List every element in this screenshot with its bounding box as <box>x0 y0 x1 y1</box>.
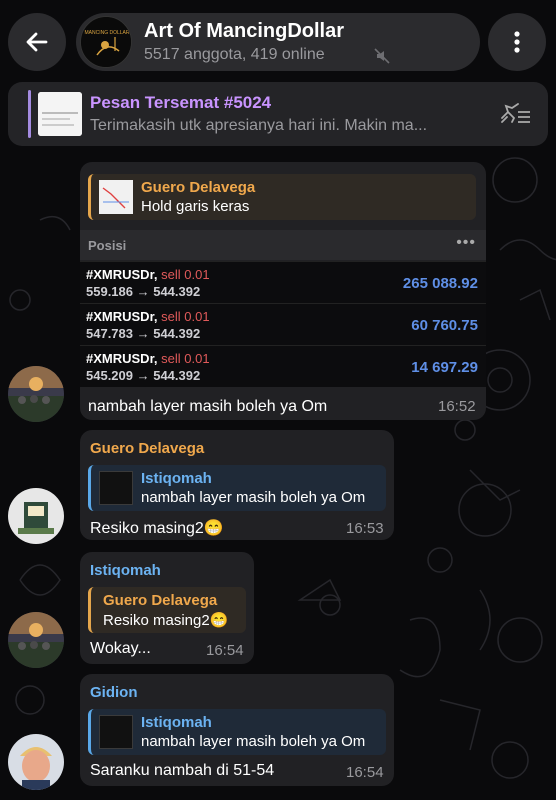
positions-menu-icon: ••• <box>456 234 476 251</box>
pin-list-icon[interactable] <box>498 102 532 126</box>
message-text: Resiko masing2😁 <box>90 520 224 537</box>
message-text: Wokay... <box>90 640 151 657</box>
reply-text: Hold garis keras <box>141 198 250 215</box>
chat-member-count: 5517 anggota, 419 online <box>144 46 325 63</box>
position-profit: 60 760.75 <box>411 317 478 334</box>
muted-icon <box>374 48 390 64</box>
pinned-title: Pesan Tersemat #5024 <box>90 93 272 112</box>
reply-text: nambah layer masih boleh ya Om <box>141 489 366 506</box>
more-vertical-icon <box>514 31 520 53</box>
position-row: #XMRUSDr, sell 0.01 545.209 → 544.392 14… <box>80 345 486 387</box>
message-time: 16:54 <box>206 642 244 659</box>
svg-text:MANCING DOLLAR: MANCING DOLLAR <box>84 30 129 36</box>
reply-preview[interactable]: Guero Delavega Resiko masing2😁 <box>88 587 246 633</box>
reply-thumbnail <box>99 180 133 214</box>
position-profit: 265 088.92 <box>402 275 478 292</box>
reply-sender: Istiqomah <box>141 470 212 487</box>
reply-text: nambah layer masih boleh ya Om <box>141 733 366 750</box>
message-time: 16:52 <box>438 398 476 415</box>
reply-sender: Guero Delavega <box>103 592 218 609</box>
reply-thumbnail <box>99 715 133 749</box>
pinned-thumbnail <box>38 92 82 136</box>
message-sender: Istiqomah <box>90 562 161 579</box>
message-sender: Gidion <box>90 684 138 701</box>
position-symbol: #XMRUSDr, sell 0.01 <box>86 351 210 366</box>
more-menu-button[interactable] <box>488 13 546 71</box>
chat-info-button[interactable]: MANCING DOLLAR Art Of MancingDollar 5517… <box>76 13 480 71</box>
arrow-left-icon <box>26 32 48 52</box>
reply-sender: Guero Delavega <box>141 179 256 196</box>
position-symbol: #XMRUSDr, sell 0.01 <box>86 309 210 324</box>
message-text: nambah layer masih boleh ya Om <box>88 398 328 415</box>
reply-text: Resiko masing2😁 <box>103 612 229 629</box>
message-time: 16:53 <box>346 520 384 537</box>
chat-title: Art Of MancingDollar <box>144 20 345 42</box>
reply-preview[interactable]: Guero Delavega Hold garis keras <box>88 174 476 220</box>
reply-sender: Istiqomah <box>141 714 212 731</box>
message-bubble[interactable]: Gidion Istiqomah nambah layer masih bole… <box>80 674 394 786</box>
avatar[interactable] <box>8 366 64 422</box>
message-bubble[interactable]: Istiqomah Guero Delavega Resiko masing2😁… <box>80 552 254 664</box>
positions-header: Posisi ••• <box>80 230 486 260</box>
message-text: Saranku nambah di 51-54 <box>90 762 275 779</box>
position-row: #XMRUSDr, sell 0.01 559.186 → 544.392 26… <box>80 261 486 303</box>
pinned-indicator <box>28 90 31 138</box>
avatar[interactable] <box>8 734 64 790</box>
avatar[interactable] <box>8 488 64 544</box>
reply-preview[interactable]: Istiqomah nambah layer masih boleh ya Om <box>88 465 386 511</box>
group-avatar: MANCING DOLLAR <box>80 16 132 68</box>
position-prices: 547.783 → 544.392 <box>86 326 201 341</box>
position-prices: 559.186 → 544.392 <box>86 284 201 299</box>
reply-preview[interactable]: Istiqomah nambah layer masih boleh ya Om <box>88 709 386 755</box>
message-sender: Guero Delavega <box>90 440 205 457</box>
position-row: #XMRUSDr, sell 0.01 547.783 → 544.392 60… <box>80 303 486 345</box>
positions-title: Posisi <box>88 238 127 253</box>
position-symbol: #XMRUSDr, sell 0.01 <box>86 267 210 282</box>
chat-header: MANCING DOLLAR Art Of MancingDollar 5517… <box>0 0 556 82</box>
position-prices: 545.209 → 544.392 <box>86 368 201 383</box>
pinned-message-bar[interactable]: Pesan Tersemat #5024 Terimakasih utk apr… <box>8 82 548 146</box>
message-time: 16:54 <box>346 764 384 781</box>
avatar[interactable] <box>8 612 64 668</box>
back-button[interactable] <box>8 13 66 71</box>
position-profit: 14 697.29 <box>411 359 478 376</box>
reply-thumbnail <box>99 471 133 505</box>
message-bubble[interactable]: Guero Delavega Istiqomah nambah layer ma… <box>80 430 394 540</box>
pinned-preview: Terimakasih utk apresianya hari ini. Mak… <box>90 117 428 134</box>
